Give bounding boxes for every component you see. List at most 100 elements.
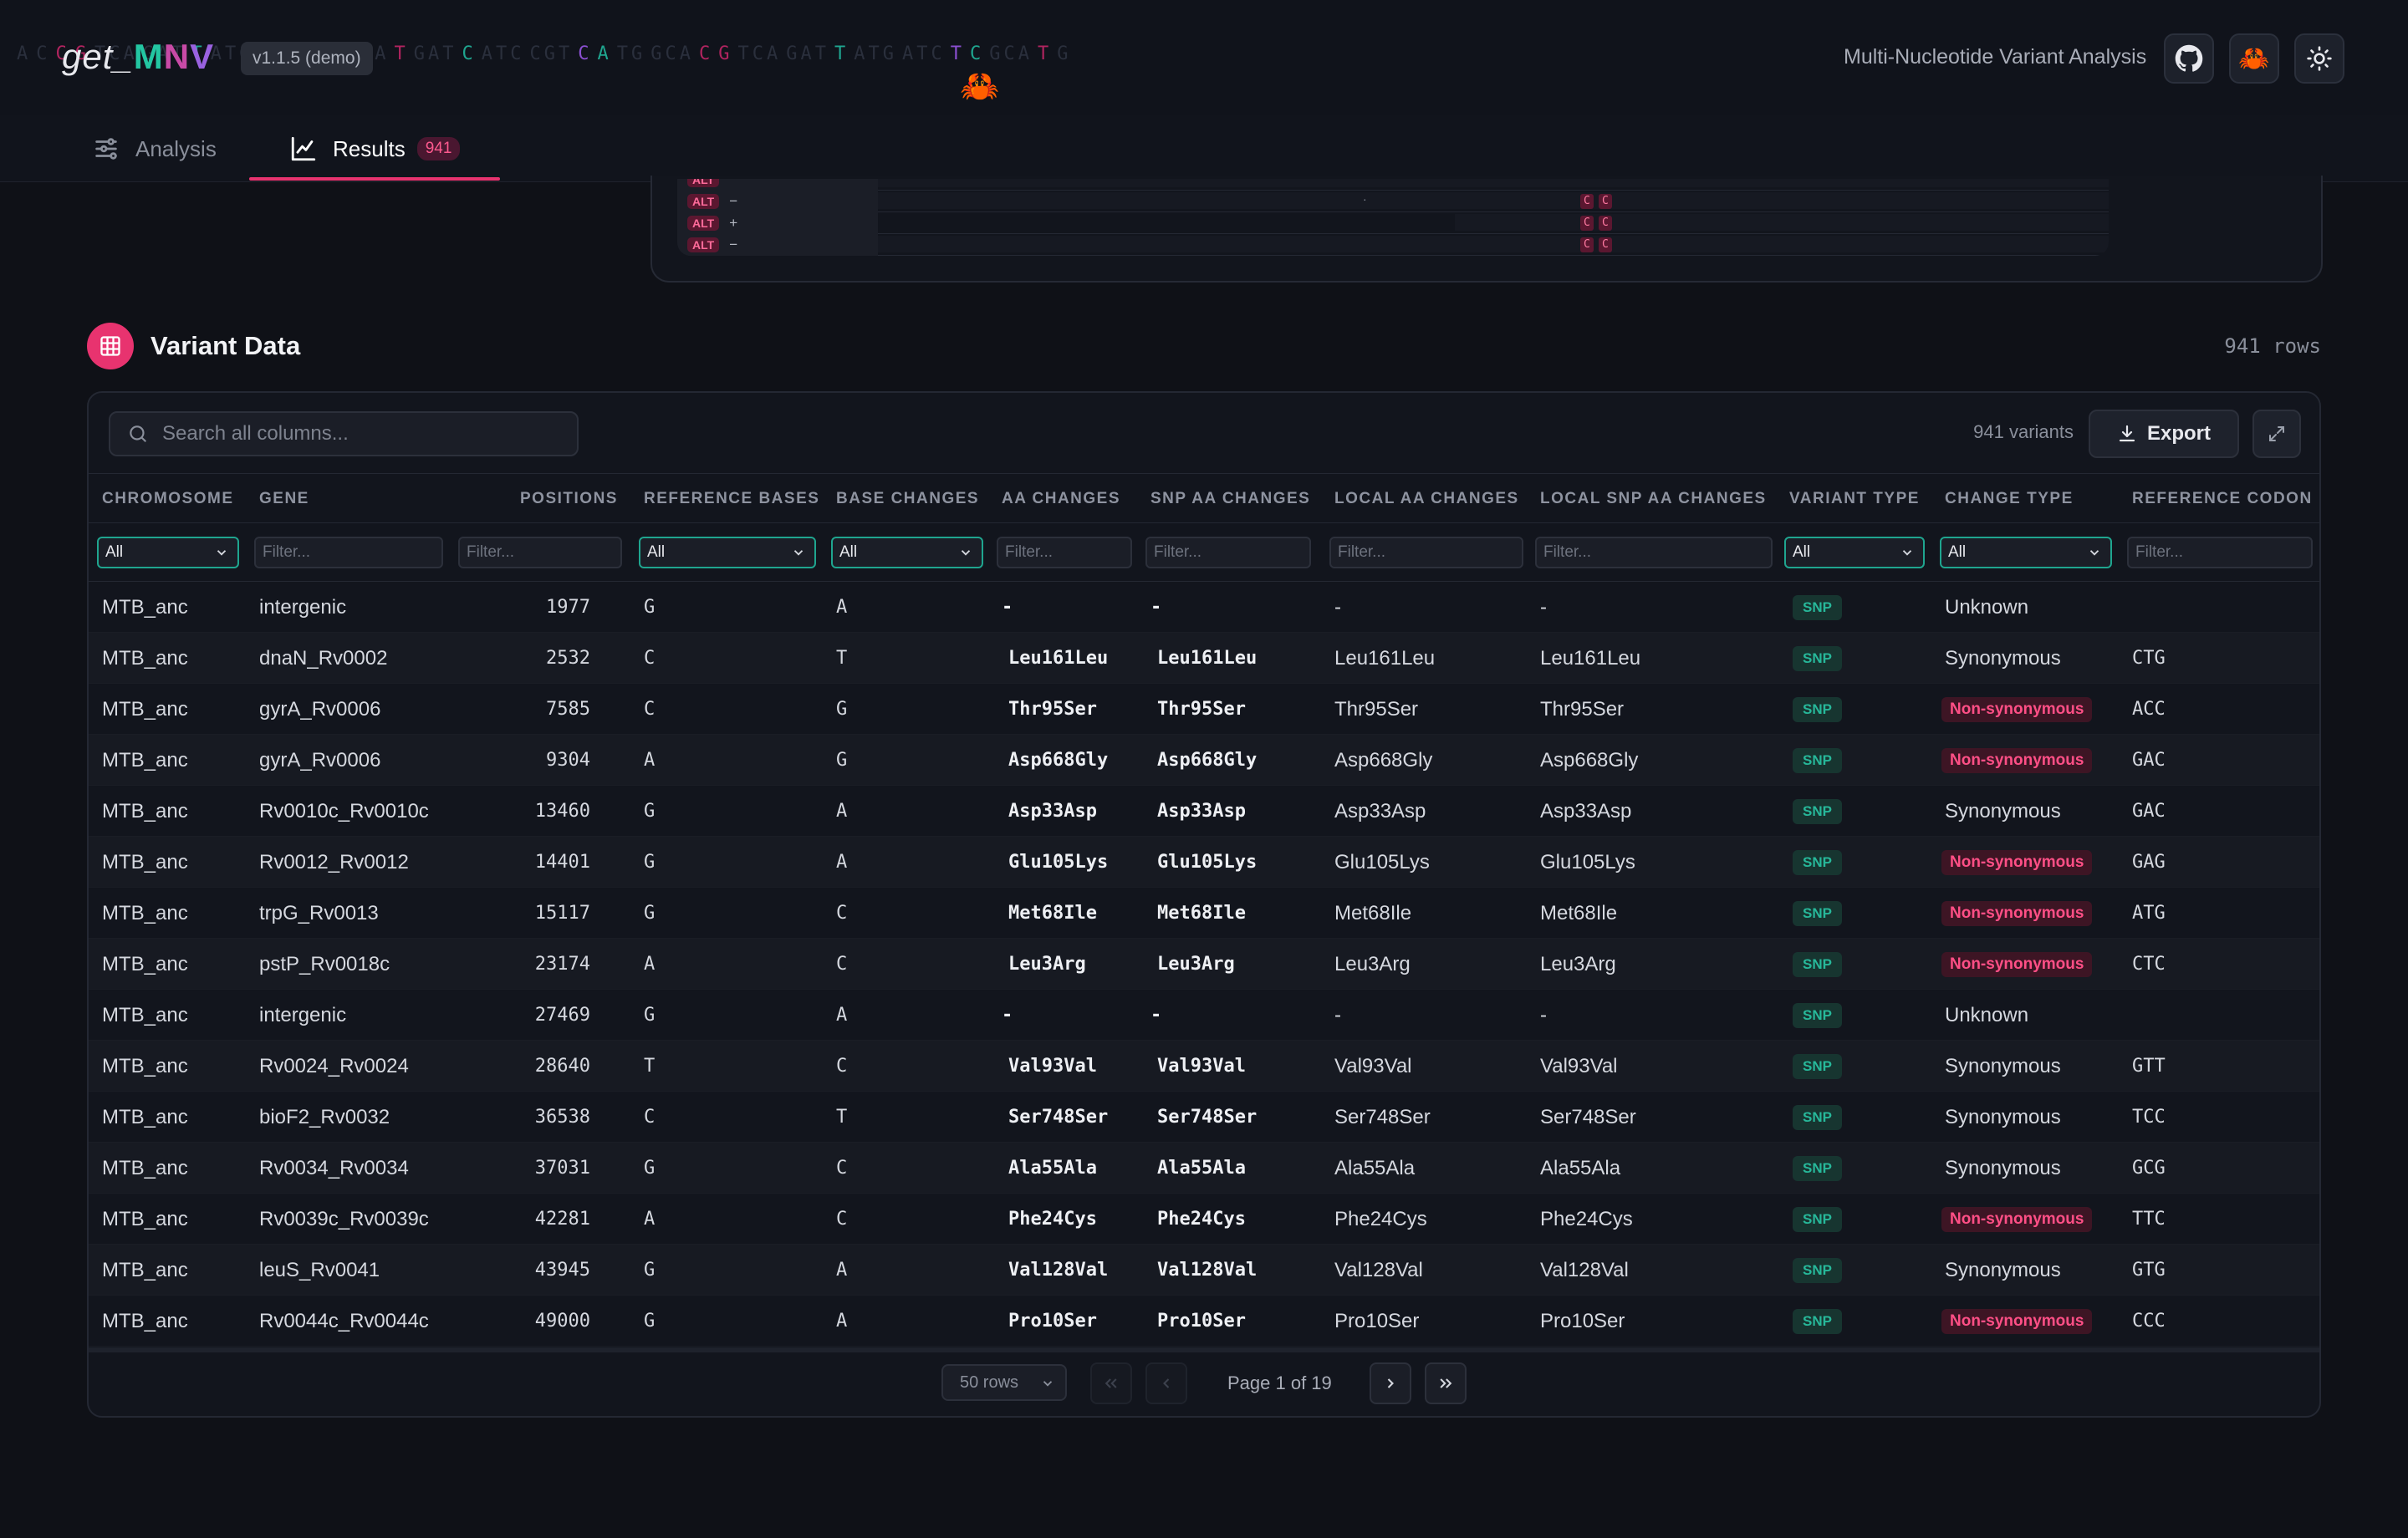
- expand-button[interactable]: [2252, 410, 2301, 458]
- chevron-down-icon: [217, 550, 227, 556]
- col-snp-aa-changes[interactable]: SNP AA CHANGES: [1150, 474, 1310, 524]
- crab-mascot-icon: 🦀: [960, 69, 1000, 104]
- cell-snp-aa: Pro10Ser: [1157, 1311, 1246, 1332]
- table-row[interactable]: MTB_anc intergenic 1977 G A - - - - SNP Unknown: [89, 582, 2319, 633]
- variant-type-badge: SNP: [1793, 748, 1842, 773]
- cell-gene: pstP_Rv0018c: [259, 953, 390, 975]
- gene-filter-input[interactable]: Filter...: [254, 537, 443, 568]
- cell-local-aa: Leu161Leu: [1334, 647, 1436, 670]
- col-local-aa-changes[interactable]: LOCAL AA CHANGES: [1334, 474, 1519, 524]
- tab-analysis[interactable]: Analysis: [92, 115, 217, 182]
- table-row[interactable]: MTB_anc intergenic 27469 G A - - - - SNP Unknown: [89, 990, 2319, 1041]
- change-type-text: Unknown: [1945, 596, 2029, 619]
- filter-row: All Filter... Filter... All All Filter..…: [89, 523, 2319, 582]
- cell-local-snp-aa: Phe24Cys: [1540, 1208, 1633, 1230]
- cell-local-aa: Leu3Arg: [1334, 953, 1411, 975]
- crab-button[interactable]: 🦀: [2229, 33, 2279, 84]
- chromosome-filter-select[interactable]: All: [97, 537, 239, 568]
- next-page-button[interactable]: [1370, 1362, 1411, 1404]
- cell-base: T: [836, 648, 848, 669]
- table-row[interactable]: MTB_anc Rv0024_Rv0024 28640 T C Val93Val Val93…: [89, 1041, 2319, 1092]
- alignment-row: ALT − · C C: [677, 191, 2109, 212]
- cell-pos: 13460: [534, 801, 590, 822]
- table-row[interactable]: MTB_anc trpG_Rv0013 15117 G C Met68Ile Met68Il…: [89, 888, 2319, 939]
- col-positions[interactable]: POSITIONS: [520, 474, 618, 524]
- theme-toggle-button[interactable]: [2294, 33, 2344, 84]
- cell-base: C: [836, 903, 848, 924]
- cell-chrom: MTB_anc: [102, 1259, 188, 1281]
- base-changes-filter-select[interactable]: All: [831, 537, 983, 568]
- table-row[interactable]: MTB_anc Rv0034_Rv0034 37031 G C Ala55Ala Ala55…: [89, 1143, 2319, 1194]
- table-row[interactable]: MTB_anc Rv0044c_Rv0044c 49000 G A Pro10Ser Pro…: [89, 1296, 2319, 1347]
- cell-local-snp-aa: Glu105Lys: [1540, 851, 1635, 873]
- cell-local-aa: Val128Val: [1334, 1259, 1423, 1281]
- github-button[interactable]: [2164, 33, 2214, 84]
- variant-type-badge: SNP: [1793, 1156, 1842, 1181]
- rows-per-page-select[interactable]: 50 rows: [941, 1364, 1067, 1401]
- last-page-button[interactable]: [1425, 1362, 1467, 1404]
- table-row[interactable]: MTB_anc Rv0012_Rv0012 14401 G A Glu105Lys Glu1…: [89, 837, 2319, 888]
- search-input[interactable]: [162, 422, 564, 446]
- alignment-row: ALT: [677, 179, 2109, 191]
- first-page-button[interactable]: [1090, 1362, 1132, 1404]
- cell-ref: G: [644, 597, 656, 618]
- cell-base: A: [836, 1260, 848, 1281]
- chevrons-left-icon: [1105, 1378, 1117, 1388]
- local-snp-aa-changes-filter-input[interactable]: Filter...: [1535, 537, 1773, 568]
- positions-filter-input[interactable]: Filter...: [458, 537, 622, 568]
- change-type-badge: Non-synonymous: [1941, 697, 2093, 722]
- cell-codon: TCC: [2132, 1107, 2166, 1128]
- col-local-snp-aa-changes[interactable]: LOCAL SNP AA CHANGES: [1540, 474, 1767, 524]
- cell-ref: T: [644, 1056, 656, 1077]
- tab-results[interactable]: Results 941: [248, 115, 501, 182]
- variant-type-filter-select[interactable]: All: [1784, 537, 1925, 568]
- reference-bases-filter-select[interactable]: All: [639, 537, 816, 568]
- cell-snp-aa: Met68Ile: [1157, 903, 1246, 924]
- table-row[interactable]: MTB_anc gyrA_Rv0006 7585 C G Thr95Ser Thr95Ser…: [89, 684, 2319, 735]
- search-box[interactable]: [109, 411, 579, 456]
- local-aa-changes-filter-input[interactable]: Filter...: [1329, 537, 1523, 568]
- change-type-text: Synonymous: [1945, 800, 2061, 822]
- cell-snp-aa: Ala55Ala: [1157, 1158, 1246, 1179]
- cell-local-aa: -: [1334, 1004, 1341, 1026]
- cell-gene: Rv0012_Rv0012: [259, 851, 409, 873]
- aa-changes-filter-input[interactable]: Filter...: [997, 537, 1132, 568]
- cell-local-aa: Phe24Cys: [1334, 1208, 1427, 1230]
- chevron-down-icon: [793, 550, 804, 556]
- table-row[interactable]: MTB_anc dnaN_Rv0002 2532 C T Leu161Leu Leu161L…: [89, 633, 2319, 684]
- col-chromosome[interactable]: CHROMOSOME: [102, 474, 234, 524]
- col-variant-type[interactable]: VARIANT TYPE: [1789, 474, 1920, 524]
- cell-local-aa: Asp668Gly: [1334, 749, 1433, 772]
- col-aa-changes[interactable]: AA CHANGES: [1002, 474, 1120, 524]
- change-type-filter-select[interactable]: All: [1940, 537, 2112, 568]
- main-tabs: Analysis Results 941: [0, 115, 2408, 182]
- cell-aa: Phe24Cys: [1008, 1209, 1097, 1230]
- col-gene[interactable]: GENE: [259, 474, 309, 524]
- cell-local-snp-aa: Asp668Gly: [1540, 749, 1639, 772]
- col-base-changes[interactable]: BASE CHANGES: [836, 474, 979, 524]
- reference-codon-filter-input[interactable]: Filter...: [2127, 537, 2313, 568]
- app-logo[interactable]: get_MNV: [62, 37, 214, 77]
- cell-local-aa: Ala55Ala: [1334, 1157, 1416, 1179]
- table-row[interactable]: MTB_anc Rv0039c_Rv0039c 42281 A C Phe24Cys Phe…: [89, 1194, 2319, 1245]
- cell-snp-aa: -: [1150, 1005, 1162, 1026]
- table-row[interactable]: MTB_anc leuS_Rv0041 43945 G A Val128Val Val128…: [89, 1245, 2319, 1296]
- col-change-type[interactable]: CHANGE TYPE: [1945, 474, 2074, 524]
- snp-aa-changes-filter-input[interactable]: Filter...: [1145, 537, 1311, 568]
- horizontal-scrollbar[interactable]: [89, 1347, 2319, 1352]
- col-reference-bases[interactable]: REFERENCE BASES: [644, 474, 819, 524]
- table-row[interactable]: MTB_anc pstP_Rv0018c 23174 A C Leu3Arg Leu3Arg…: [89, 939, 2319, 990]
- cell-snp-aa: Val93Val: [1157, 1056, 1246, 1077]
- export-button[interactable]: Export: [2089, 410, 2239, 458]
- table-row[interactable]: MTB_anc gyrA_Rv0006 9304 A G Asp668Gly Asp668G…: [89, 735, 2319, 786]
- cell-base: A: [836, 597, 848, 618]
- variant-table-card: 941 variants Export CHROMOSOME GENE POSI…: [87, 391, 2321, 1418]
- cell-base: T: [836, 1107, 848, 1128]
- change-type-text: Synonymous: [1945, 1055, 2061, 1077]
- previous-page-button[interactable]: [1145, 1362, 1187, 1404]
- chevron-down-icon: [1902, 550, 1912, 556]
- cell-aa: Leu161Leu: [1008, 648, 1109, 669]
- col-reference-codon[interactable]: REFERENCE CODON: [2132, 474, 2313, 524]
- table-row[interactable]: MTB_anc Rv0010c_Rv0010c 13460 G A Asp33Asp Asp…: [89, 786, 2319, 837]
- table-row[interactable]: MTB_anc bioF2_Rv0032 36538 C T Ser748Ser Ser74…: [89, 1092, 2319, 1143]
